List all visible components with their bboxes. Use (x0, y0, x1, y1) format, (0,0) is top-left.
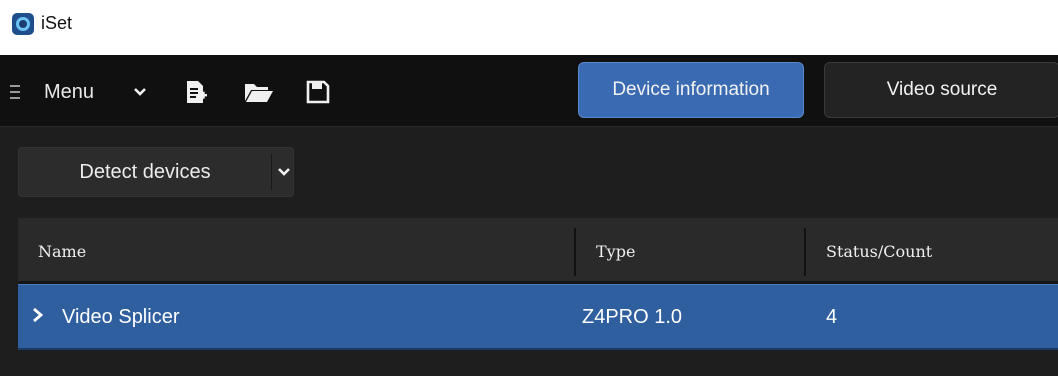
tab-video-source[interactable]: Video source (824, 62, 1058, 118)
column-header-status-count[interactable]: Status/Count (826, 218, 932, 284)
open-folder-icon[interactable] (244, 77, 274, 107)
menu-lines-icon[interactable] (10, 81, 22, 101)
column-resize-handle[interactable] (804, 228, 806, 276)
detect-devices-button[interactable]: Detect devices (19, 148, 271, 196)
expand-chevron-icon[interactable] (30, 305, 46, 330)
column-resize-handle[interactable] (574, 228, 576, 276)
title-bar: iSet (0, 0, 1058, 55)
app-logo-icon (12, 13, 34, 35)
app-body: Menu Device information Video source Det… (0, 55, 1058, 376)
chevron-down-icon[interactable] (273, 148, 295, 196)
split-divider (271, 154, 272, 190)
chevron-down-icon[interactable] (132, 77, 148, 107)
device-table: Name Type Status/Count Video Splicer Z4P… (18, 218, 1058, 350)
column-header-type[interactable]: Type (596, 218, 635, 284)
new-file-icon[interactable] (184, 77, 208, 107)
table-header: Name Type Status/Count (18, 218, 1058, 284)
cell-status-count: 4 (826, 305, 838, 328)
toolbar: Menu Device information Video source (0, 55, 1058, 127)
save-icon[interactable] (306, 77, 330, 107)
window-title: iSet (41, 13, 73, 33)
menu-button[interactable]: Menu (44, 77, 94, 107)
cell-name: Video Splicer (62, 305, 180, 328)
table-row[interactable]: Video Splicer Z4PRO 1.0 4 (18, 284, 1058, 350)
cell-type: Z4PRO 1.0 (582, 305, 683, 328)
detect-devices-split-button: Detect devices (18, 147, 294, 197)
column-header-name[interactable]: Name (38, 218, 86, 284)
tab-device-information[interactable]: Device information (578, 62, 804, 118)
